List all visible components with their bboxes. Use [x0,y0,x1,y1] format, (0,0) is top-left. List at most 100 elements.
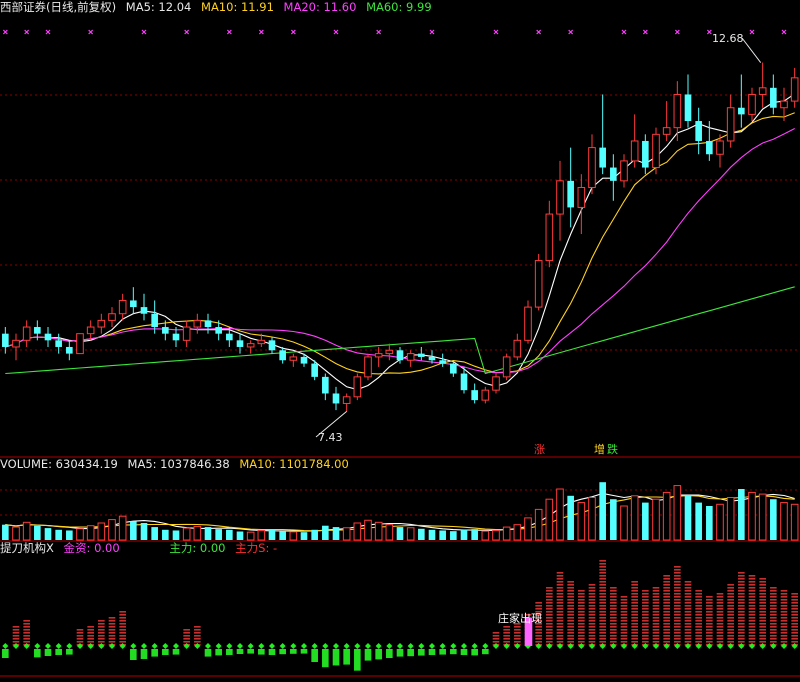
signal-cross [621,29,627,35]
candle-body-down [215,327,222,334]
baseline-diamond [269,643,275,649]
volume-bar-down [770,499,777,540]
volume-bar-up [289,531,298,541]
candle-body-down [300,356,308,364]
indicator-bar-red [631,629,638,631]
baseline-diamond [34,643,41,649]
indicator-bar-green [44,649,52,656]
indicator-bar-red [706,623,713,625]
indicator-bar-red [578,629,585,631]
indicator-bar-red [23,641,30,643]
indicator-bar-green [354,649,361,671]
indicator-bar-red [631,635,638,637]
indicator-bar-red [695,611,702,613]
indicator-bar-red [23,629,30,631]
indicator-bar-red [599,563,606,565]
indicator-bar-red [674,605,681,607]
indicator-bar-red [663,593,670,595]
volume-bar-down [567,495,574,540]
indicator-bar-red [716,593,724,595]
indicator-bar-red [610,617,617,619]
indicator-bar-red [791,605,798,607]
baseline-diamond [141,643,147,649]
indicator-bar-red [684,629,692,631]
indicator-bar-red [578,623,585,625]
baseline-diamond [461,643,467,649]
indicator-bar-red [578,641,585,643]
indicator-bar-red [620,641,628,643]
indicator-bar-green [258,649,265,655]
indicator-bar-red [610,605,617,607]
stock-chart[interactable]: 12.68 7.43 涨 增 跌 庄家出现 [0,0,800,682]
candle-body-down [55,340,62,347]
indicator-bar-red [727,614,734,616]
indicator-bar-red [567,638,574,640]
indicator-bar-red [674,569,681,571]
indicator-bar-red [588,590,596,592]
indicator-bar-red [791,599,798,601]
indicator-bar-red [748,590,756,592]
indicator-bar-red [23,626,30,628]
indicator-bar-red [716,611,724,613]
indicator-bar-red [791,635,798,637]
indicator-bar-red [706,629,713,631]
indicator-bar-red [588,641,596,643]
indicator-bar-red [716,623,724,625]
indicator-bar-red [194,638,201,640]
candle-body-up [12,339,20,348]
indicator-bar-red [567,605,574,607]
baseline-diamond [13,643,19,649]
indicator-bar-red [791,629,798,631]
indicator-bar-red [738,575,745,577]
indicator-bar-red [567,602,574,604]
volume-bar-down [322,525,329,540]
grid-lines [0,94,800,677]
volume-bars [2,482,799,541]
indicator-bar-red [108,638,116,640]
volume-bar-up [726,497,735,541]
indicator-bar-red [706,620,713,622]
indicator-bar-red [567,599,574,601]
indicator-bar-green [364,649,372,661]
candle-body-up [620,160,628,182]
indicator-bar-red [610,590,617,592]
volume-bar-down [450,531,457,540]
candle-body-up [673,93,682,129]
volume-bar-down [215,529,222,540]
baseline-diamond [343,643,350,649]
indicator-bar-red [652,635,660,637]
indicator-bar-red [652,623,660,625]
indicator-bar-red [748,587,756,589]
indicator-bar-red [748,626,756,628]
indicator-bar-red [87,635,94,637]
candle-body-down [130,300,137,308]
indicator-bar-red [567,641,574,643]
indicator-bar-green [130,649,137,660]
volume-bar-down [172,530,180,540]
indicator-bar-red [578,632,585,634]
volume-bar-up [12,526,20,541]
signal-cross [184,29,190,35]
indicator-bar-red [727,641,734,643]
indicator-bar-red [119,632,126,634]
baseline-diamond [247,643,254,649]
indicator-bar-red [610,641,617,643]
baseline-diamond [397,643,403,649]
indicator-bar-red [578,596,585,598]
indicator-bar-red [770,638,777,640]
indicator-bar-red [98,620,105,622]
indicator-bar-red [759,635,766,637]
indicator-bar-red [652,614,660,616]
indicator-bar-red [194,641,201,643]
indicator-bar-red [642,623,649,625]
indicator-bar-red [556,575,564,577]
indicator-bar-red [556,587,564,589]
indicator-bar-red [567,620,574,622]
indicator-bar-red [759,596,766,598]
candle-body-down [2,333,9,347]
baseline-diamond [631,643,638,649]
indicator-bar-red [652,599,660,601]
volume-bar-up [182,527,191,541]
candle-body-up [790,77,799,102]
volume-bar-down [2,524,9,540]
